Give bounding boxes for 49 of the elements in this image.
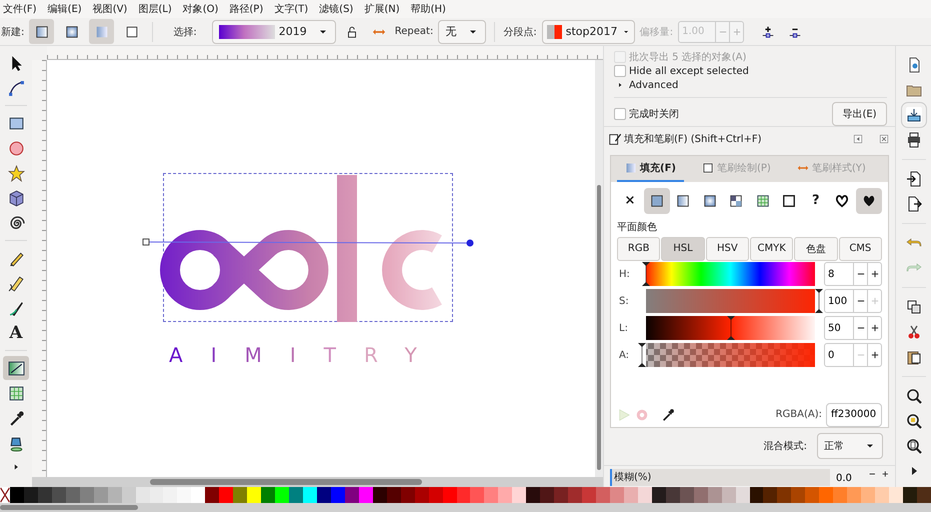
select-label: 选择: [173, 26, 197, 38]
color-mode-tab[interactable]: CMYK [750, 236, 794, 261]
paint-type-button[interactable]: ? [802, 188, 829, 214]
blur-label: 模糊(%) [613, 471, 652, 484]
menu-item[interactable]: 视图(V) [92, 2, 128, 16]
advanced-expander[interactable]: Advanced [629, 80, 678, 90]
paint-type-button[interactable]: × [617, 188, 643, 214]
value-field[interactable]: 0 [824, 343, 854, 368]
menu-item[interactable]: 对象(O) [182, 2, 218, 16]
value-field[interactable]: 8 [824, 262, 854, 286]
checkbox-label: 完成时关闭 [629, 108, 679, 121]
dialog-title: 填充和笔刷(F) (Shift+Ctrl+F) [624, 132, 763, 146]
blur-slider[interactable]: 模糊(%) [610, 469, 830, 486]
slider-label: A: [618, 350, 630, 361]
export-button[interactable]: 导出(E) [832, 102, 887, 126]
stops-label: 分段点: [503, 26, 537, 38]
menu-item[interactable]: 文件(F) [3, 2, 37, 16]
blend-mode-dropdown[interactable]: 正常 [817, 433, 883, 460]
slider-label: L: [618, 322, 629, 334]
color-mode-tab[interactable]: HSL [661, 236, 705, 261]
repeat-label: Repeat: [394, 26, 434, 37]
color-mode-tab[interactable]: HSV [706, 236, 749, 261]
value-field[interactable]: 50 [824, 316, 854, 340]
menu-item[interactable]: 扩展(N) [364, 2, 400, 16]
menu-item[interactable]: 编辑(E) [48, 2, 82, 16]
color-mode-tab[interactable]: RGB [617, 236, 660, 261]
slider-label: H: [618, 268, 631, 280]
menu-item[interactable]: 图层(L) [138, 2, 172, 16]
section-label: 平面颜色 [617, 220, 658, 234]
repeat-dropdown[interactable]: 无 [438, 20, 486, 44]
rgba-label: RGBA(A): [776, 409, 822, 420]
color-mode-tab[interactable]: CMS [838, 236, 882, 261]
gradient-dropdown[interactable]: 2019 [212, 20, 336, 44]
stop-dropdown[interactable]: stop2017 [542, 20, 635, 44]
value-field[interactable]: 100 [824, 289, 854, 314]
menu-item[interactable]: 滤镜(S) [319, 2, 354, 16]
checkbox-label: Hide all except selected [629, 66, 749, 76]
offset-label: 偏移量: [640, 26, 674, 38]
slider-label: S: [618, 296, 630, 307]
new-label: 新建: [1, 26, 24, 38]
color-mode-tab[interactable]: 色盘 [794, 236, 838, 261]
rgba-field[interactable]: ff230000 [826, 402, 882, 427]
menu-item[interactable]: 文字(T) [274, 2, 308, 16]
blur-field[interactable]: 0.0 [834, 469, 862, 487]
tool-button[interactable]: A [3, 321, 29, 345]
menu-item[interactable]: 路径(P) [229, 2, 264, 16]
blend-mode-label: 混合模式: [764, 440, 807, 454]
checkbox-label: 批次导出 5 选择的对象(A) [629, 50, 746, 64]
menu-item[interactable]: 帮助(H) [410, 2, 446, 16]
